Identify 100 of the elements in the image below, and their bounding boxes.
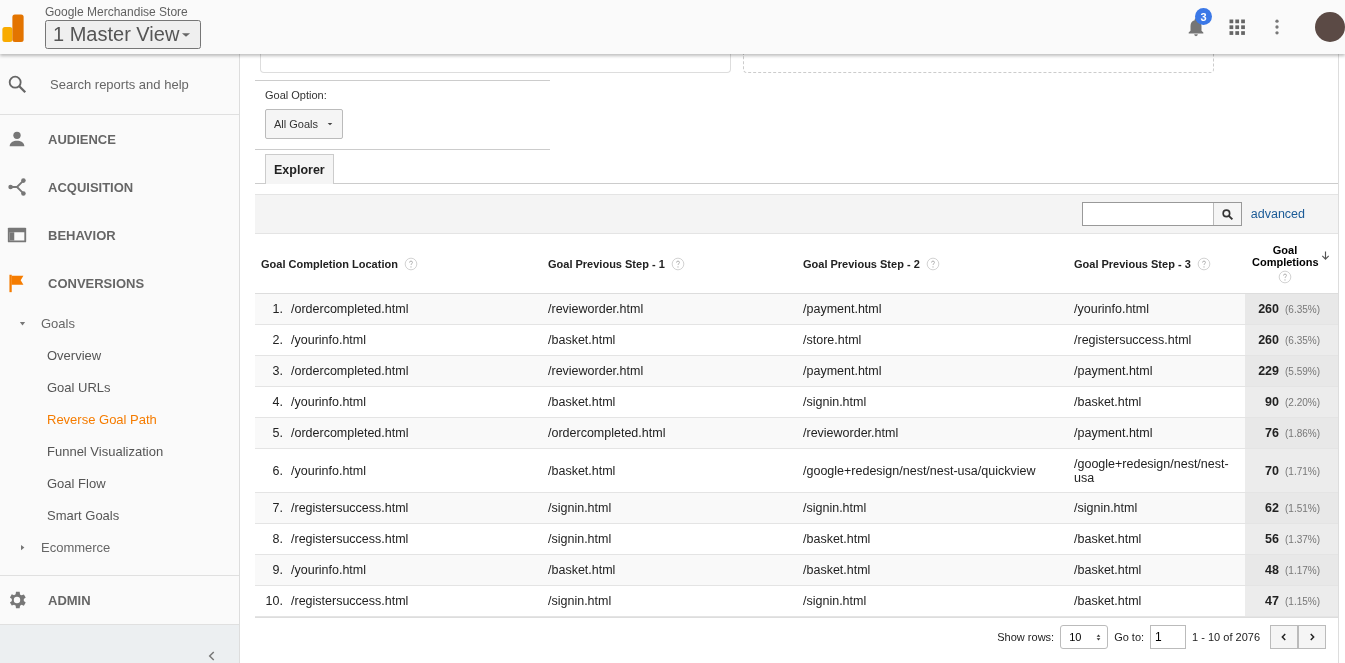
column-header[interactable]: Goal Previous Step - 3	[1074, 257, 1191, 270]
nav-item[interactable]: Funnel Visualization	[0, 435, 164, 467]
table-cell: /registersuccess.html	[291, 594, 409, 608]
collapsed-triangle-icon	[18, 542, 27, 552]
table-cell: /revieworder.html	[797, 417, 1068, 449]
go-to-label: Go to:	[1114, 631, 1145, 643]
percentage-text: (2.20%)	[1285, 397, 1320, 408]
column-header[interactable]: Goal Completion Location	[261, 257, 398, 270]
percentage-text: (1.15%)	[1285, 596, 1320, 607]
table-cell: /basket.html	[542, 448, 797, 493]
search-icon	[6, 73, 28, 95]
row-number: 6.	[271, 463, 283, 478]
help-icon[interactable]	[403, 256, 418, 271]
table-cell: /signin.html	[542, 585, 797, 617]
table-cell: /registersuccess.html	[291, 501, 409, 515]
nav-item[interactable]: Smart Goals	[0, 499, 120, 531]
go-to-field[interactable]: 1	[1150, 625, 1187, 649]
advanced-link[interactable]: advanced	[1250, 207, 1305, 221]
table-cell: /payment.html	[797, 293, 1068, 325]
table-cell-text: 70	[1264, 463, 1279, 478]
view-selector[interactable]: 1 Master View	[45, 20, 202, 49]
nav-section[interactable]: ACQUISITION	[0, 163, 239, 211]
nav-item[interactable]: Goal URLs	[0, 371, 111, 403]
percentage-text: (6.35%)	[1285, 304, 1320, 315]
table-cell-text: 48	[1264, 563, 1279, 577]
apps-grid-icon[interactable]	[1227, 17, 1247, 37]
table-cell: /registersuccess.html	[291, 532, 409, 546]
table-cell: /payment.html	[797, 355, 1068, 387]
nav-group-toggle[interactable]: Goals	[18, 315, 75, 331]
percentage-text: (1.51%)	[1285, 503, 1320, 514]
table-cell: /signin.html	[1068, 492, 1245, 524]
table-cell: /signin.html	[542, 492, 797, 524]
table-cell: /ordercompleted.html	[542, 417, 797, 449]
table-cell: /yourinfo.html	[291, 563, 367, 577]
row-number: 4.	[271, 395, 283, 409]
table-cell: /signin.html	[797, 585, 1068, 617]
search-field[interactable]: Search reports and help	[48, 75, 222, 93]
table-cell: /basket.html	[1068, 554, 1245, 586]
table-cell: /basket.html	[542, 324, 797, 356]
goal-option-label: Goal Option:	[265, 89, 328, 101]
help-icon[interactable]	[1196, 256, 1211, 271]
row-number: 8.	[271, 532, 283, 546]
help-icon[interactable]	[670, 256, 685, 271]
row-number: 7.	[271, 501, 283, 515]
goal-option-dropdown[interactable]: All Goals	[265, 109, 344, 139]
column-header[interactable]: Goal Completions	[1252, 243, 1318, 268]
table-cell: /signin.html	[542, 523, 797, 555]
analytics-logo-icon	[0, 12, 26, 42]
percentage-text: (6.35%)	[1285, 335, 1320, 346]
percentage-text: (1.86%)	[1285, 428, 1320, 439]
table-cell: /yourinfo.html	[1068, 293, 1245, 325]
table-cell: /revieworder.html	[542, 355, 797, 387]
table-cell-text: 260	[1257, 333, 1279, 347]
search-icon[interactable]	[1220, 207, 1234, 221]
table-cell: /signin.html	[797, 386, 1068, 418]
table-cell: /ordercompleted.html	[291, 302, 409, 316]
next-page-button[interactable]	[1298, 625, 1326, 649]
table-cell-text: 76	[1264, 426, 1279, 440]
avatar-circle[interactable]	[1315, 12, 1345, 42]
table-cell-text: 62	[1264, 501, 1279, 515]
row-number: 1.	[271, 302, 283, 316]
row-number: 5.	[271, 426, 283, 440]
row-number: 10.	[264, 594, 283, 608]
table-cell: /store.html	[797, 324, 1068, 356]
table-search-field[interactable]	[1081, 202, 1242, 226]
rows-per-page-select[interactable]: 10	[1060, 625, 1109, 649]
notification-badge: 3	[1195, 8, 1212, 25]
nav-item[interactable]: Goal Flow	[0, 467, 106, 499]
nav-group-toggle[interactable]: Ecommerce	[18, 539, 111, 555]
table-cell: /basket.html	[797, 523, 1068, 555]
chevron-left-icon	[1279, 632, 1289, 642]
table-cell: /basket.html	[797, 554, 1068, 586]
nav-item[interactable]: Overview	[0, 339, 102, 371]
help-icon[interactable]	[1278, 269, 1292, 284]
help-icon[interactable]	[925, 256, 940, 271]
explorer-tab[interactable]: Explorer	[265, 154, 334, 184]
nav-section[interactable]: AUDIENCE	[0, 115, 239, 163]
previous-page-button[interactable]	[1270, 625, 1298, 649]
nav-section[interactable]: BEHAVIOR	[0, 211, 239, 259]
table-cell: /basket.html	[542, 554, 797, 586]
table-cell: /yourinfo.html	[291, 395, 367, 409]
account-name: Google Merchandise Store	[45, 5, 189, 19]
table-cell: /payment.html	[1068, 355, 1245, 387]
table-cell-text: 47	[1264, 594, 1279, 608]
table-cell: /yourinfo.html	[291, 333, 367, 347]
row-number: 9.	[271, 563, 283, 577]
table-cell-text: 90	[1264, 395, 1279, 409]
column-header[interactable]: Goal Previous Step - 2	[803, 257, 920, 270]
table-cell: /basket.html	[542, 386, 797, 418]
caret-icon	[326, 120, 335, 128]
table-cell-text: 229	[1257, 364, 1279, 378]
chevron-right-icon	[1307, 632, 1317, 642]
percentage-text: (5.59%)	[1285, 366, 1320, 377]
page-range: 1 - 10 of 2076	[1192, 631, 1260, 643]
table-cell: /google+redesign/nest/nest-usa/quickview	[797, 448, 1068, 493]
table-cell: /payment.html	[1068, 417, 1245, 449]
table-cell: /ordercompleted.html	[291, 426, 409, 440]
percentage-text: (1.37%)	[1285, 534, 1320, 545]
column-header[interactable]: Goal Previous Step - 1	[548, 257, 665, 270]
nav-section[interactable]: CONVERSIONS	[0, 259, 239, 307]
